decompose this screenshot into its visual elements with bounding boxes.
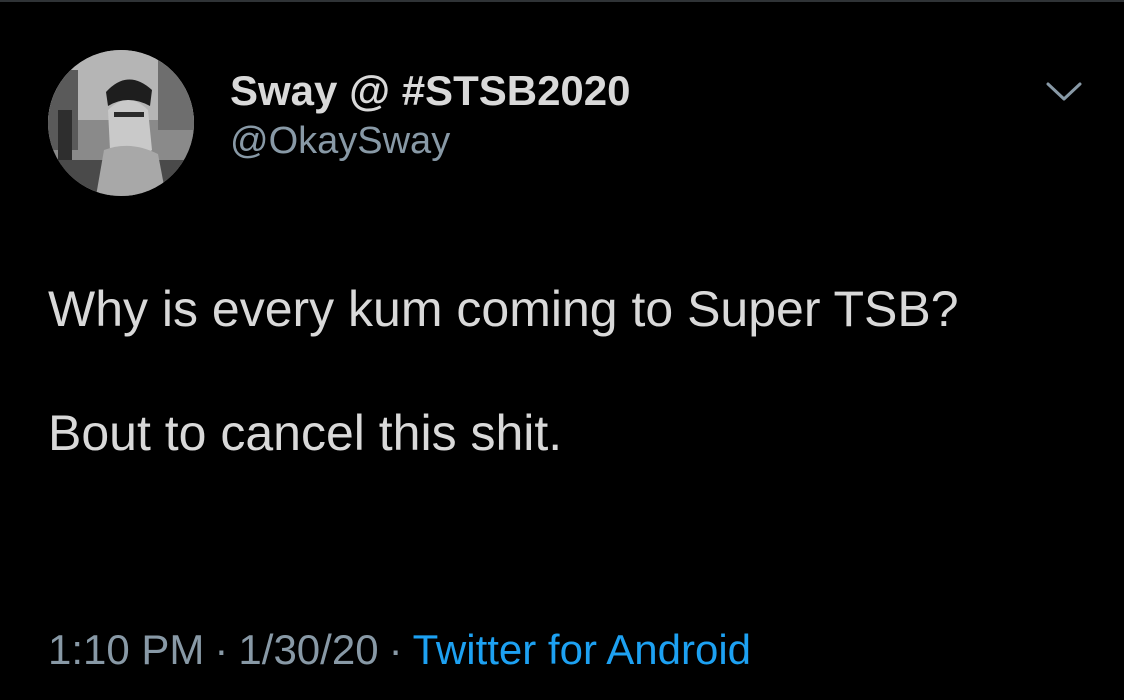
separator: · (214, 626, 229, 673)
tweet-text-line: Bout to cancel this shit. (48, 405, 563, 461)
chevron-down-icon[interactable] (1040, 74, 1088, 110)
tweet-source-link[interactable]: Twitter for Android (413, 626, 751, 673)
tweet-time[interactable]: 1:10 PM (48, 626, 204, 673)
avatar[interactable] (48, 50, 194, 196)
avatar-photo (48, 50, 194, 196)
separator: · (388, 626, 403, 673)
tweet-meta: 1:10 PM · 1/30/20 · Twitter for Android (48, 624, 751, 676)
tweet-text-line: Why is every kum coming to Super TSB? (48, 281, 959, 337)
display-name[interactable]: Sway @ #STSB2020 (230, 66, 631, 116)
user-handle[interactable]: @OkaySway (230, 116, 631, 166)
tweet-card: Sway @ #STSB2020 @OkaySway Why is every … (0, 0, 1124, 700)
user-info[interactable]: Sway @ #STSB2020 @OkaySway (230, 66, 631, 166)
tweet-date[interactable]: 1/30/20 (238, 626, 378, 673)
tweet-text: Why is every kum coming to Super TSB? Bo… (48, 270, 1078, 472)
